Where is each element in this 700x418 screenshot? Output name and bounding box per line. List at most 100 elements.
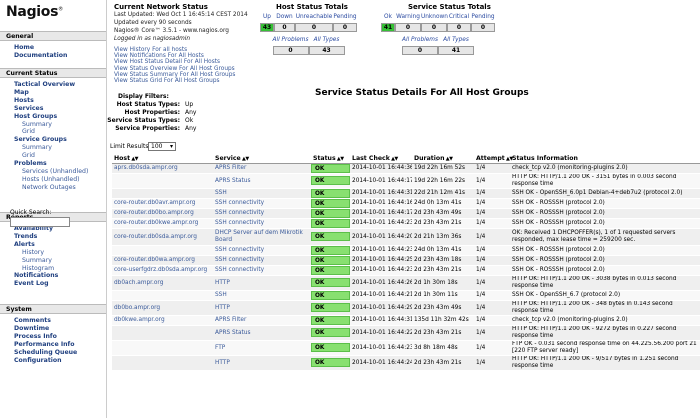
service-cell[interactable]: APRS Status — [213, 173, 311, 189]
service-cell[interactable]: FTP — [213, 340, 311, 356]
sidebar-item-current-status-hosts-unhandled[interactable]: Hosts (Unhandled) — [22, 176, 80, 183]
column-header-status-information[interactable]: Status Information — [510, 154, 700, 164]
status-link-4[interactable]: View Status Summary For All Host Groups — [114, 72, 235, 78]
service_totals-count-unknown[interactable]: 0 — [421, 23, 447, 32]
service-cell[interactable]: HTTP — [213, 300, 311, 316]
service-cell[interactable]: SSH connectivity — [213, 265, 311, 276]
service_totals-count-critical[interactable]: 0 — [447, 23, 471, 32]
sort-arrows-icon[interactable]: ▲▼ — [390, 156, 398, 162]
sidebar-item-current-status-map[interactable]: Map — [14, 89, 29, 96]
column-header-attempt[interactable]: Attempt ▲▼ — [474, 154, 513, 164]
host_totals-count-down[interactable]: 0 — [274, 23, 295, 32]
sort-arrows-icon[interactable]: ▲▼ — [130, 156, 138, 162]
sidebar-item-system-performance-info[interactable]: Performance Info — [14, 341, 74, 348]
service_totals-sub-count-all-types[interactable]: 41 — [438, 46, 474, 55]
service-cell[interactable]: SSH — [213, 188, 311, 199]
sidebar-item-current-status-summary[interactable]: Summary — [22, 121, 52, 128]
column-header-duration[interactable]: Duration ▲▼ — [412, 154, 474, 164]
host_totals-sub-header-all-problems[interactable]: All Problems — [273, 37, 309, 43]
host-cell[interactable]: core-router.db0avr.ampr.org — [112, 198, 213, 209]
host_totals-sub-count-all-problems[interactable]: 0 — [272, 46, 309, 55]
service_totals-count-pending[interactable]: 0 — [471, 23, 495, 32]
service-cell[interactable]: APRS Status — [213, 325, 311, 341]
column-header-last-check[interactable]: Last Check ▲▼ — [350, 154, 412, 164]
service_totals-sub-header-all-types[interactable]: All Types — [438, 37, 474, 43]
service_totals-count-ok[interactable]: 41 — [381, 23, 395, 32]
sidebar-item-reports-trends[interactable]: Trends — [14, 233, 37, 240]
limit-results-select[interactable]: 100 ▾ — [148, 142, 176, 151]
sidebar-item-current-status-service-groups[interactable]: Service Groups — [14, 136, 67, 143]
service-cell[interactable]: SSH connectivity — [213, 208, 311, 219]
host_totals-count-up[interactable]: 43 — [260, 23, 274, 32]
host-cell[interactable]: db0bo.ampr.org — [112, 300, 213, 316]
sidebar-item-system-configuration[interactable]: Configuration — [14, 357, 62, 364]
service_totals-sub-count-all-problems[interactable]: 0 — [402, 46, 438, 55]
host_totals-sub-count-all-types[interactable]: 43 — [308, 46, 345, 55]
sidebar-item-reports-notifications[interactable]: Notifications — [14, 272, 58, 279]
host-cell[interactable]: core-router.db0wa.ampr.org — [112, 255, 213, 266]
sidebar-item-reports-alerts[interactable]: Alerts — [14, 241, 35, 248]
sidebar-item-current-status-hosts[interactable]: Hosts — [14, 97, 34, 104]
service-cell[interactable]: SSH connectivity — [213, 255, 311, 266]
status-link-2[interactable]: View Host Status Detail For All Hosts — [114, 59, 220, 65]
host_totals-count-pending[interactable]: 0 — [333, 23, 357, 32]
column-header-host[interactable]: Host ▲▼ — [112, 154, 213, 164]
service_totals-header-unknown[interactable]: Unknown — [421, 14, 448, 20]
status-link-5[interactable]: View Status Grid For All Host Groups — [114, 78, 220, 84]
service_totals-header-warning[interactable]: Warning — [395, 14, 421, 20]
column-header-service[interactable]: Service ▲▼ — [213, 154, 311, 164]
sidebar-item-system-downtime[interactable]: Downtime — [14, 325, 49, 332]
column-header-status[interactable]: Status ▲▼ — [311, 154, 350, 164]
host_totals-header-down[interactable]: Down — [274, 14, 295, 20]
host-cell[interactable]: core-router.db0kwe.ampr.org — [112, 218, 213, 229]
host_totals-header-pending[interactable]: Pending — [333, 14, 357, 20]
service-cell[interactable]: HTTP — [213, 275, 311, 291]
service-cell[interactable]: HTTP — [213, 355, 311, 371]
sidebar-item-general-documentation[interactable]: Documentation — [14, 52, 67, 59]
sort-arrows-icon[interactable]: ▲▼ — [336, 156, 344, 162]
sidebar-item-current-status-problems[interactable]: Problems — [14, 160, 47, 167]
service-cell[interactable]: SSH connectivity — [213, 245, 311, 256]
sidebar-item-current-status-services-unhandled[interactable]: Services (Unhandled) — [22, 168, 88, 175]
sidebar-item-system-process-info[interactable]: Process Info — [14, 333, 57, 340]
service-cell[interactable]: SSH — [213, 290, 311, 301]
sidebar-item-reports-summary[interactable]: Summary — [22, 257, 52, 264]
sort-arrows-icon[interactable]: ▲▼ — [445, 156, 453, 162]
service-cell[interactable]: SSH connectivity — [213, 218, 311, 229]
sort-arrows-icon[interactable]: ▲▼ — [241, 156, 249, 162]
service_totals-header-critical[interactable]: Critical — [447, 14, 471, 20]
service-cell[interactable]: SSH connectivity — [213, 198, 311, 209]
host_totals-sub-header-all-types[interactable]: All Types — [309, 37, 345, 43]
sidebar-item-general-home[interactable]: Home — [14, 44, 34, 51]
host-cell[interactable]: db0ach.ampr.org — [112, 275, 213, 291]
sidebar-item-system-scheduling-queue[interactable]: Scheduling Queue — [14, 349, 77, 356]
sidebar-item-current-status-grid[interactable]: Grid — [22, 152, 35, 159]
host-cell[interactable]: core-router.db0bo.ampr.org — [112, 208, 213, 219]
host-cell[interactable]: db0kwe.ampr.org — [112, 315, 213, 326]
host-cell[interactable]: aprs.db0sda.ampr.org — [112, 163, 213, 174]
sidebar-item-reports-histogram[interactable]: Histogram — [22, 265, 54, 272]
nagios-logo[interactable]: Nagios® — [6, 4, 63, 20]
status-link-1[interactable]: View Notifications For All Hosts — [114, 53, 204, 59]
sidebar-item-current-status-services[interactable]: Services — [14, 105, 43, 112]
sidebar-item-system-comments[interactable]: Comments — [14, 317, 51, 324]
service-cell[interactable]: APRS Filter — [213, 315, 311, 326]
service_totals-sub-header-all-problems[interactable]: All Problems — [402, 37, 438, 43]
sidebar-item-current-status-grid[interactable]: Grid — [22, 128, 35, 135]
service_totals-header-pending[interactable]: Pending — [471, 14, 495, 20]
quick-search-input[interactable] — [10, 217, 70, 227]
sidebar-item-current-status-host-groups[interactable]: Host Groups — [14, 113, 57, 120]
sidebar-item-current-status-tactical-overview[interactable]: Tactical Overview — [14, 81, 75, 88]
sidebar-item-current-status-summary[interactable]: Summary — [22, 144, 52, 151]
service-cell[interactable]: DHCP Server auf dem Mikrotik Board — [213, 228, 311, 246]
host_totals-header-unreachable[interactable]: Unreachable — [295, 14, 333, 20]
sidebar-item-reports-event-log[interactable]: Event Log — [14, 280, 49, 287]
service-cell[interactable]: APRS Filter — [213, 163, 311, 174]
service_totals-count-warning[interactable]: 0 — [395, 23, 421, 32]
status-link-3[interactable]: View Status Overview For All Host Groups — [114, 66, 235, 72]
host_totals-header-up[interactable]: Up — [260, 14, 274, 20]
host-cell[interactable]: core-userfgdrz.db0sda.ampr.org — [112, 265, 213, 276]
sidebar-item-reports-history[interactable]: History — [22, 249, 44, 256]
sidebar-item-current-status-network-outages[interactable]: Network Outages — [22, 184, 76, 191]
host-cell[interactable]: core-router.db0sda.ampr.org — [112, 228, 213, 246]
